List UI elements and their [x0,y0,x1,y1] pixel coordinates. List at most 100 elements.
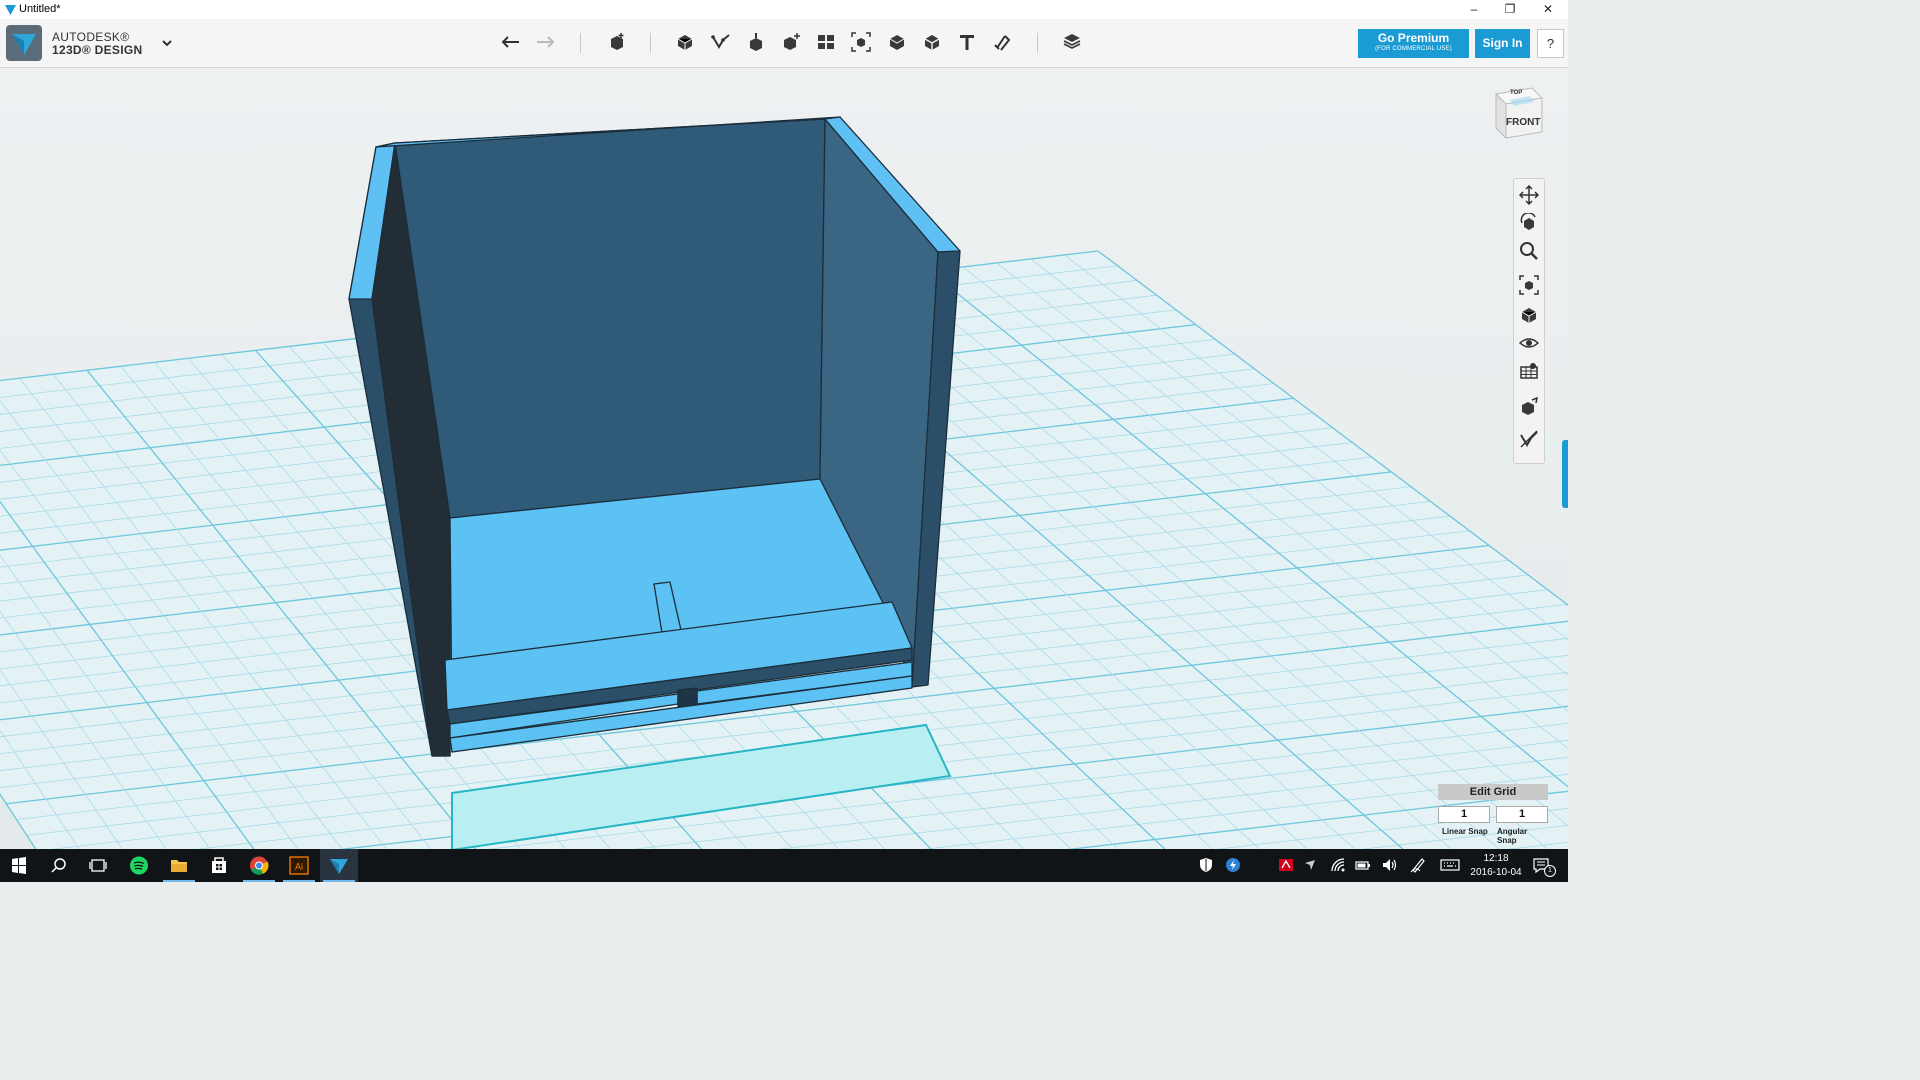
snap-button[interactable] [987,27,1017,57]
taskbar-123d-design[interactable] [320,849,358,882]
view-cube[interactable]: TOP FRONT [1492,86,1544,142]
upload-tray-icon[interactable] [1302,857,1318,873]
material-button[interactable] [1057,27,1087,57]
transform-button[interactable] [602,27,632,57]
search-icon [51,858,66,873]
fit-icon[interactable] [1519,275,1539,295]
hide-sketch-icon[interactable] [1519,429,1539,449]
action-center-button[interactable]: 1 [1532,857,1556,877]
modify-button[interactable] [776,27,806,57]
modify-icon [784,33,800,50]
shield-icon[interactable] [1198,857,1214,873]
sketch-icon [711,34,730,49]
toolbar-separator [1037,33,1038,53]
linear-snap-label: Linear Snap [1442,827,1488,836]
side-panel-tab[interactable] [1562,440,1568,508]
ortho-view-icon[interactable] [1519,305,1539,325]
zoom-icon[interactable] [1519,241,1539,261]
text-icon [960,35,974,50]
view-cube-front[interactable]: FRONT [1506,117,1540,128]
task-view-button[interactable] [79,849,117,882]
store-icon [212,857,226,873]
edit-grid-button[interactable]: Edit Grid [1438,784,1548,800]
system-clock[interactable]: 12:18 2016-10-04 [1470,852,1522,880]
title-bar: Untitled* – ❐ ✕ [0,0,1568,19]
help-button[interactable]: ? [1537,29,1564,58]
toolbar-separator [580,33,581,53]
pen-icon[interactable] [1410,857,1426,873]
primitives-button[interactable] [670,27,700,57]
premium-sublabel: (FOR COMMERCIAL USE) [1375,46,1452,52]
close-icon: ✕ [1542,2,1554,16]
grouping-icon [851,32,871,52]
text-button[interactable] [952,27,982,57]
restore-icon: ❐ [1504,2,1516,16]
volume-icon[interactable] [1381,857,1397,873]
primitives-icon [677,35,693,50]
box-model[interactable] [348,116,961,757]
running-indicator [283,880,315,882]
notification-badge: 1 [1544,865,1556,877]
power-tray-icon[interactable] [1225,857,1241,873]
grid-view-icon[interactable] [1519,361,1539,381]
material-view-icon[interactable] [1519,397,1539,417]
combine-button[interactable] [882,27,912,57]
main-toolbar: AUTODESK® 123D® DESIGN Go Premium (FOR C… [0,19,1568,68]
pattern-button[interactable] [811,27,841,57]
premium-label: Go Premium [1377,31,1450,45]
start-button[interactable] [0,849,38,882]
workplane-scene[interactable] [0,68,1568,849]
taskbar-chrome[interactable] [240,849,278,882]
undo-button[interactable] [496,27,526,57]
acrobat-tray-icon[interactable] [1278,857,1294,873]
window-title: Untitled* [19,3,61,15]
app-logo-icon [12,34,36,55]
keyboard-icon[interactable] [1440,857,1460,873]
taskbar-store[interactable] [200,849,238,882]
combine-icon [889,35,905,50]
pan-icon[interactable] [1519,185,1539,205]
transform-icon [611,33,624,50]
sketch-button[interactable] [706,27,736,57]
toolbar-separator [650,33,651,53]
construct-button[interactable] [741,27,771,57]
pattern-icon [818,35,834,49]
running-indicator [163,880,195,882]
close-button[interactable]: ✕ [1530,0,1566,19]
angular-snap-input[interactable]: 1 [1496,806,1548,823]
task-view-icon [89,859,107,872]
angular-snap-label: Angular Snap [1497,827,1528,845]
design-viewport[interactable] [0,68,1568,849]
app-logo-icon [5,5,16,15]
clock-time: 12:18 [1483,853,1509,864]
minimize-button[interactable]: – [1456,0,1492,19]
measure-button[interactable] [917,27,947,57]
windows-logo-icon [12,857,26,874]
linear-snap-input[interactable]: 1 [1438,806,1490,823]
windows-taskbar: Ai 12:18 2016-10-04 1 [0,849,1568,882]
orbit-icon[interactable] [1519,213,1539,233]
visibility-eye-icon[interactable] [1519,333,1539,353]
edit-grid-panel: Edit Grid 1 1 Linear Snap Angular Snap [1438,784,1548,845]
sign-in-button[interactable]: Sign In [1475,29,1530,58]
svg-text:Ai: Ai [295,862,303,872]
undo-icon [501,36,519,48]
taskbar-spotify[interactable] [120,849,158,882]
123d-design-icon [330,859,348,874]
battery-icon[interactable] [1355,857,1371,873]
search-button[interactable] [40,849,78,882]
navigation-bar [1513,178,1545,464]
restore-button[interactable]: ❐ [1492,0,1528,19]
measure-icon [924,35,940,50]
chevron-down-icon[interactable] [160,36,174,50]
view-cube-top[interactable]: TOP [1510,90,1522,96]
clock-date: 2016-10-04 [1470,867,1522,878]
app-logo[interactable] [6,25,42,61]
taskbar-file-explorer[interactable] [160,849,198,882]
redo-button[interactable] [530,27,560,57]
chrome-icon [250,856,269,875]
wifi-icon[interactable] [1330,857,1346,873]
go-premium-button[interactable]: Go Premium (FOR COMMERCIAL USE) [1358,29,1469,58]
taskbar-illustrator[interactable]: Ai [280,849,318,882]
grouping-button[interactable] [846,27,876,57]
